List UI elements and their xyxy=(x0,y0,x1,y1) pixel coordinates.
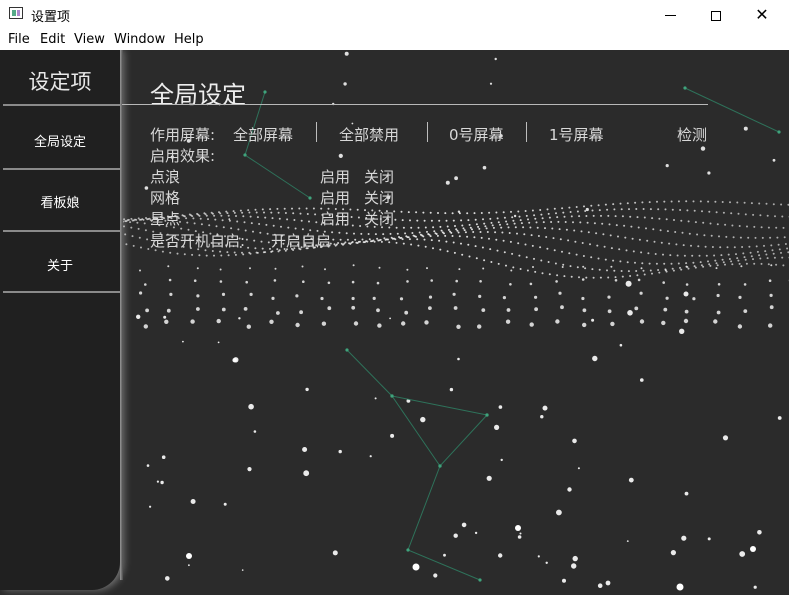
close-button[interactable]: ✕ xyxy=(739,0,785,30)
title-bar: 设置项 ✕ xyxy=(0,0,789,30)
menu-edit[interactable]: Edit xyxy=(40,32,65,47)
screen-label: 作用屏幕: xyxy=(150,126,216,144)
close-icon: ✕ xyxy=(755,5,769,24)
sidebar-divider xyxy=(3,230,120,232)
screen-option-all[interactable]: 全部屏幕 xyxy=(233,124,293,145)
screen-option-disable-all[interactable]: 全部禁用 xyxy=(339,124,399,145)
sidebar-item-about[interactable]: 关于 xyxy=(0,255,120,274)
effect-name: 点浪 xyxy=(150,168,181,186)
sidebar-divider xyxy=(3,291,120,293)
menu-file[interactable]: File xyxy=(8,32,30,47)
sidebar-title: 设定项 xyxy=(28,70,92,94)
menu-help[interactable]: Help xyxy=(174,32,204,47)
menu-bar: File Edit View Window Help xyxy=(0,30,789,50)
menu-window[interactable]: Window xyxy=(114,32,165,47)
sidebar-divider xyxy=(3,104,120,106)
effect-stars-disable[interactable]: 关闭 xyxy=(364,208,394,229)
screen-option-0[interactable]: 0号屏幕 xyxy=(449,124,504,145)
window-title: 设置项 xyxy=(31,10,71,25)
sidebar-item-global[interactable]: 全局设定 xyxy=(0,131,120,150)
settings-canvas: 设定项 全局设定 看板娘 关于 全局设定 作用屏幕: 全部屏幕 全部禁用 0号屏… xyxy=(0,50,789,595)
option-separator xyxy=(427,122,428,142)
maximize-icon xyxy=(711,10,721,21)
option-separator xyxy=(526,122,527,142)
sidebar-item-mascot[interactable]: 看板娘 xyxy=(0,192,120,211)
screen-option-1[interactable]: 1号屏幕 xyxy=(549,124,604,145)
detect-button[interactable]: 检测 xyxy=(677,124,707,145)
effect-name: 星点 xyxy=(150,210,181,228)
menu-view[interactable]: View xyxy=(74,32,105,47)
effects-label: 启用效果: xyxy=(150,147,216,165)
effect-wave-disable[interactable]: 关闭 xyxy=(364,166,394,187)
effect-grid-enable[interactable]: 启用 xyxy=(320,187,350,208)
app-icon xyxy=(9,7,23,19)
option-separator xyxy=(316,122,317,142)
title-divider xyxy=(122,104,708,105)
sidebar-edge xyxy=(120,50,123,580)
effect-stars-enable[interactable]: 启用 xyxy=(320,208,350,229)
sidebar-divider xyxy=(3,168,120,170)
effect-name: 网格 xyxy=(150,189,181,207)
minimize-icon xyxy=(664,15,676,16)
minimize-button[interactable] xyxy=(647,0,693,30)
autostart-enable[interactable]: 开启自启 xyxy=(271,230,331,251)
sidebar: 设定项 全局设定 看板娘 关于 xyxy=(0,50,120,590)
autostart-label: 是否开机自启: xyxy=(150,232,246,250)
maximize-button[interactable] xyxy=(693,0,739,30)
effect-grid-disable[interactable]: 关闭 xyxy=(364,187,394,208)
effect-wave-enable[interactable]: 启用 xyxy=(320,166,350,187)
